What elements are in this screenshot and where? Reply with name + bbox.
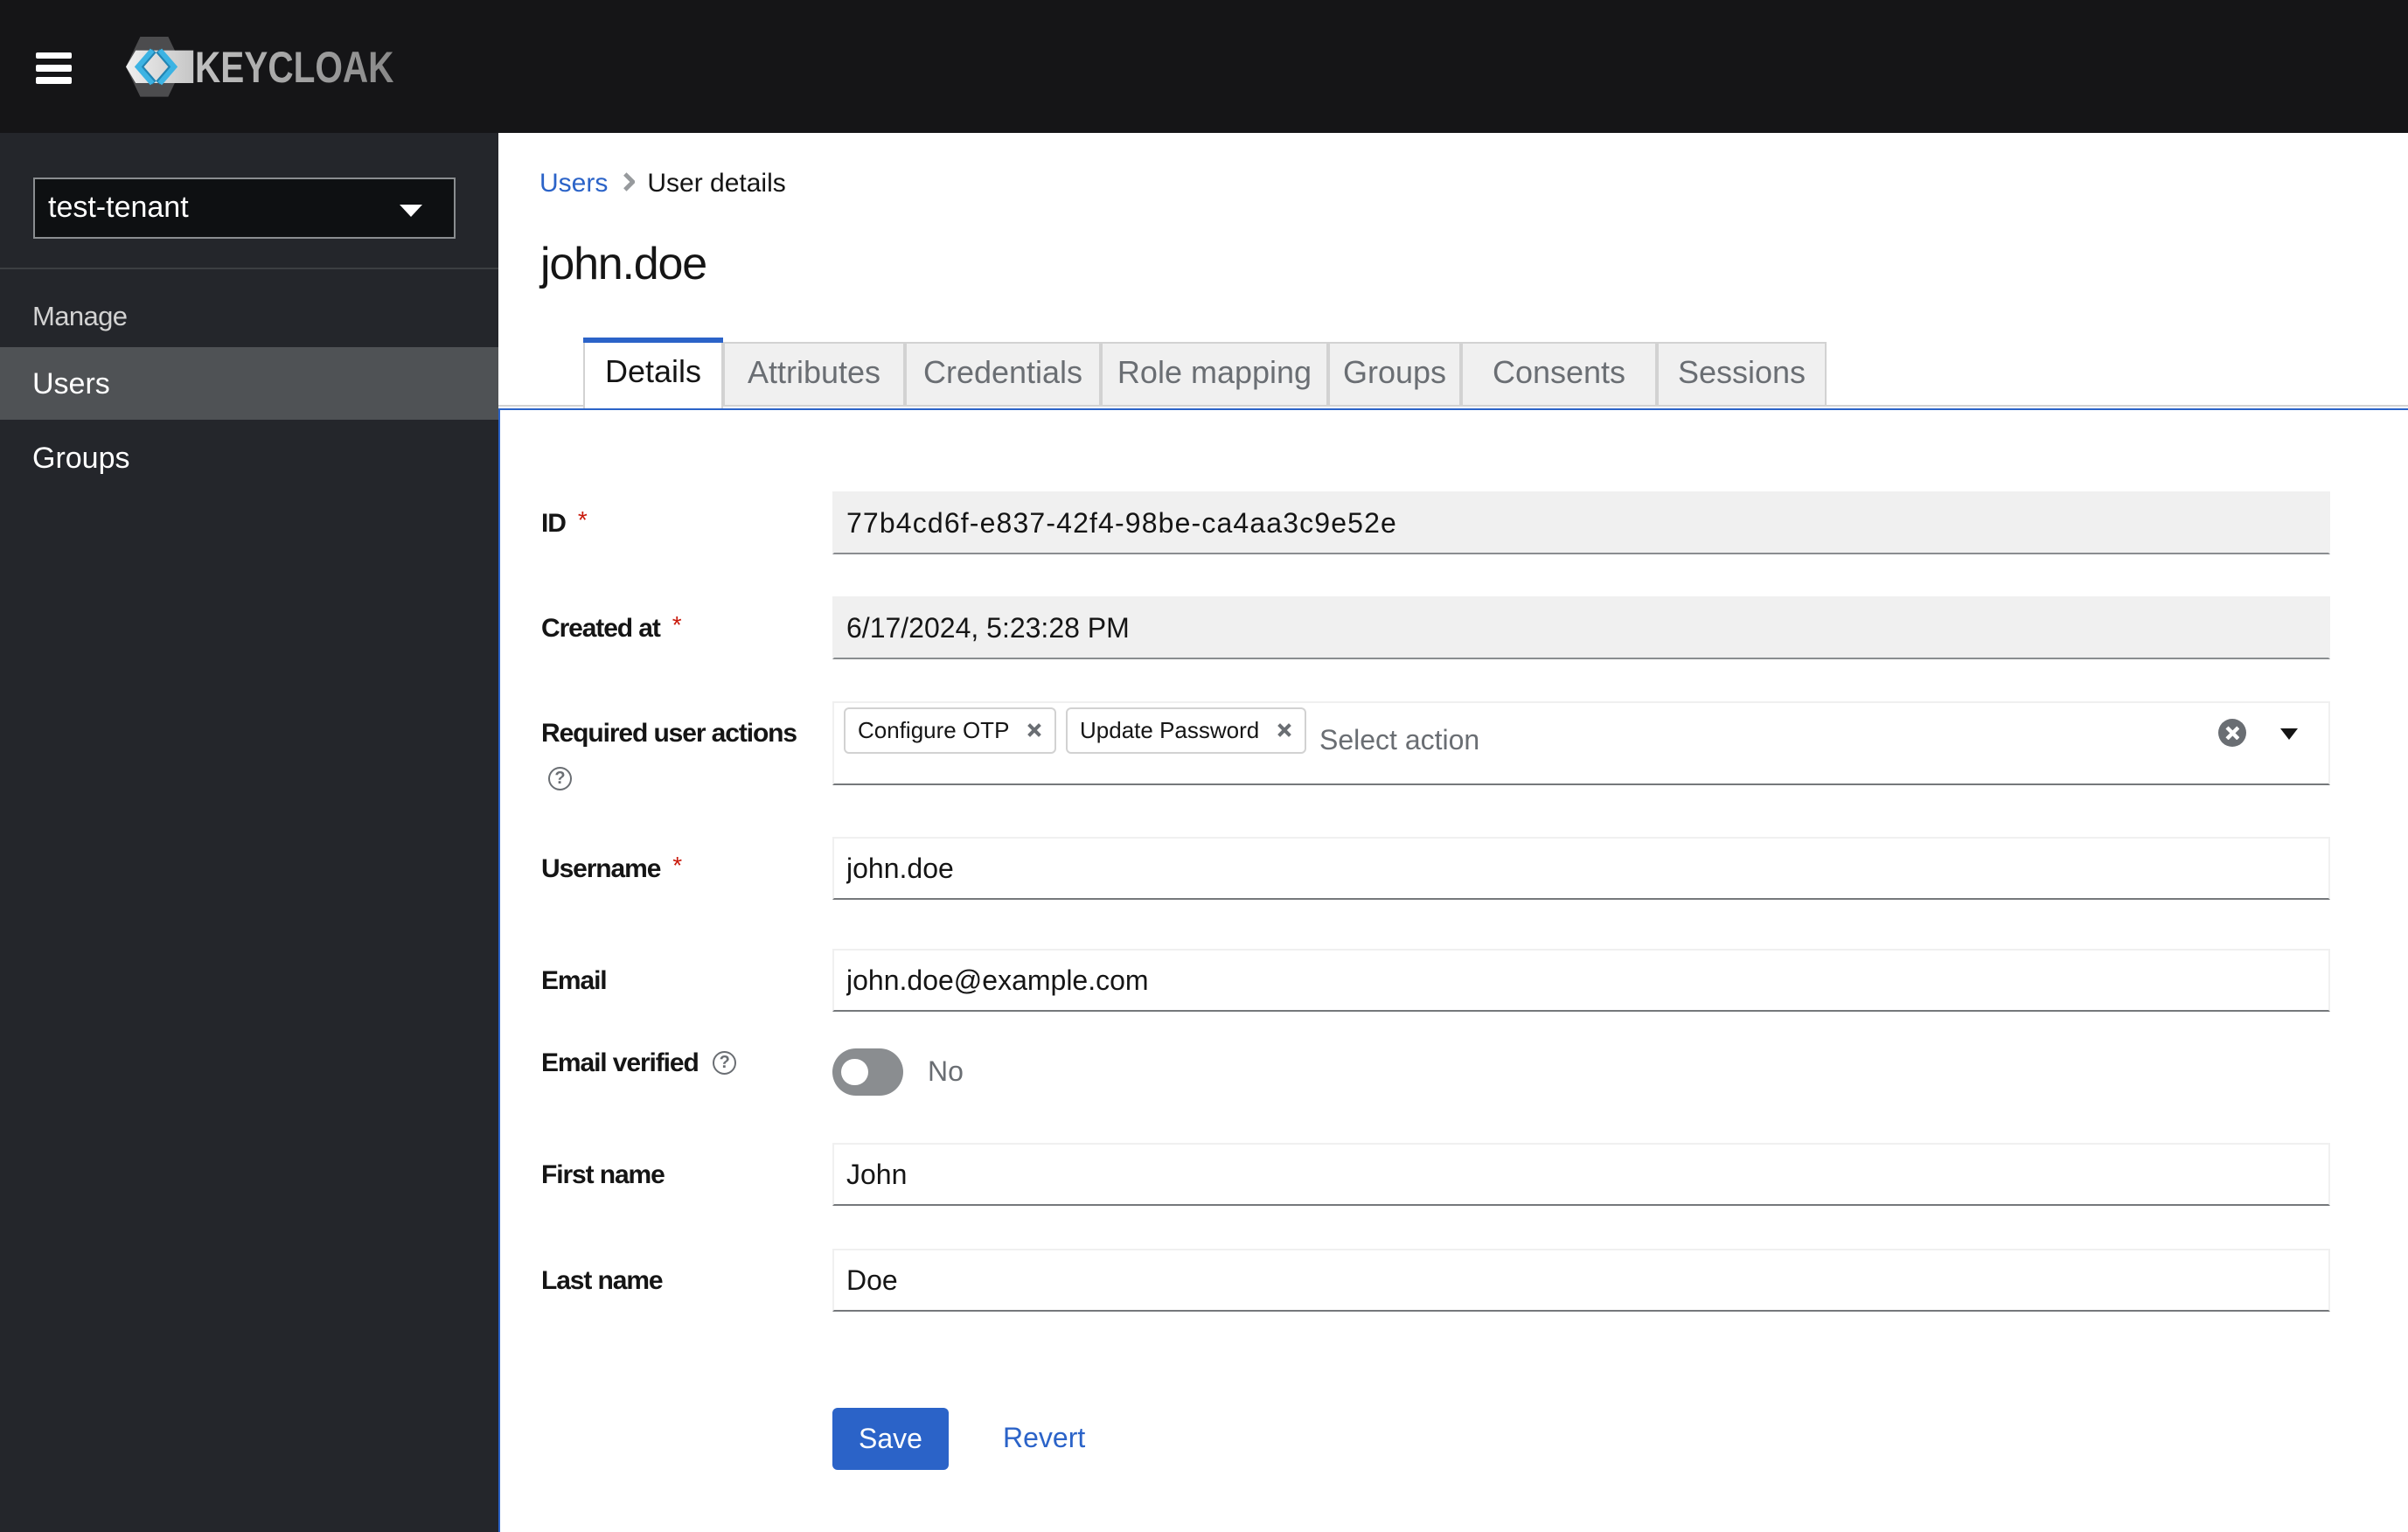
svg-text:KEYCLOAK: KEYCLOAK (195, 42, 393, 92)
